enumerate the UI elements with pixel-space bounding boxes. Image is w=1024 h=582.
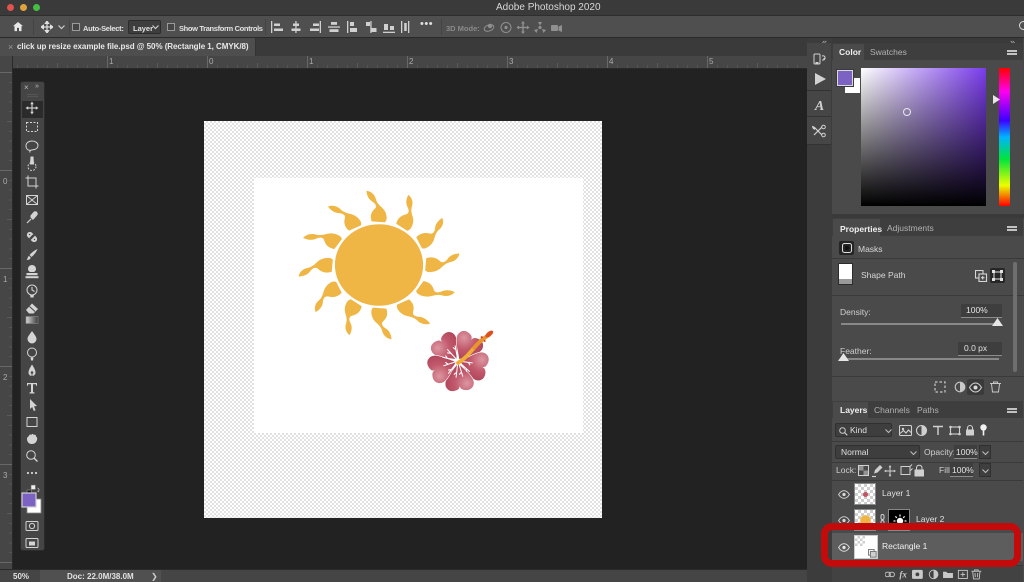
svg-text:fx: fx [899, 570, 907, 580]
svg-text:A: A [814, 99, 824, 114]
